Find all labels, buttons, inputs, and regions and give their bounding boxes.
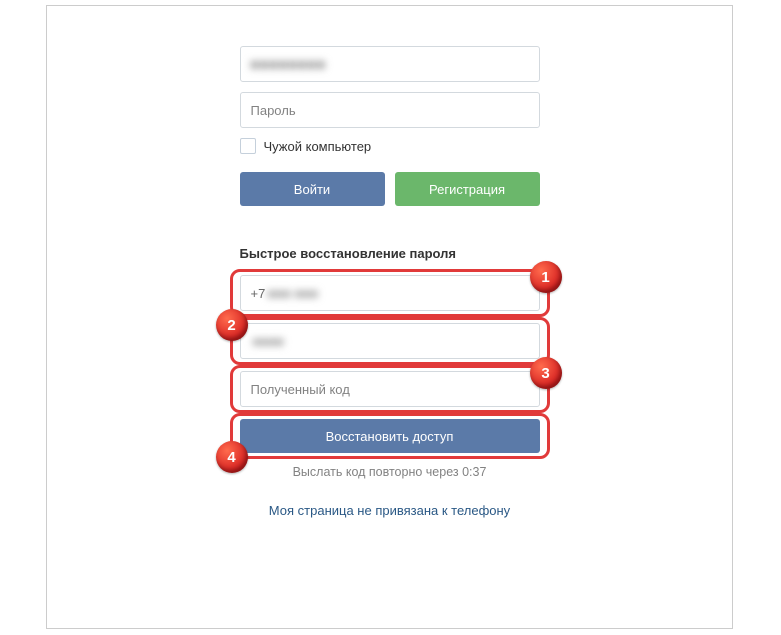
username-blurred-value: ■■■■■■■■ [251, 56, 327, 72]
phone-blurred-value: ■■■ ■■■ [267, 286, 318, 301]
resend-hint: Выслать код повторно через 0:37 [240, 465, 540, 479]
restore-button[interactable]: Восстановить доступ [240, 419, 540, 453]
recovery-button-group: Восстановить доступ 4 [240, 419, 540, 453]
button-row: Войти Регистрация [240, 172, 540, 206]
name-input[interactable]: ■■■■ [240, 323, 540, 359]
name-blurred-value: ■■■■ [253, 334, 284, 349]
login-button[interactable]: Войти [240, 172, 385, 206]
recovery-code-group: 3 [240, 371, 540, 407]
recovery-title: Быстрое восстановление пароля [240, 246, 540, 261]
phone-prefix: +7 [251, 286, 266, 301]
register-button[interactable]: Регистрация [395, 172, 540, 206]
login-panel: ■■■■■■■■ Чужой компьютер Войти Регистрац… [46, 5, 733, 629]
recovery-name-group: ■■■■ 2 [240, 323, 540, 359]
recovery-phone-group: +7 ■■■ ■■■ 1 [240, 275, 540, 311]
form-wrapper: ■■■■■■■■ Чужой компьютер Войти Регистрац… [240, 6, 540, 518]
password-input[interactable] [240, 92, 540, 128]
phone-input[interactable]: +7 ■■■ ■■■ [240, 275, 540, 311]
code-input[interactable] [240, 371, 540, 407]
foreign-computer-checkbox[interactable] [240, 138, 256, 154]
username-input[interactable]: ■■■■■■■■ [240, 46, 540, 82]
foreign-computer-row: Чужой компьютер [240, 138, 540, 154]
foreign-computer-label: Чужой компьютер [264, 139, 372, 154]
not-linked-link[interactable]: Моя страница не привязана к телефону [240, 503, 540, 518]
